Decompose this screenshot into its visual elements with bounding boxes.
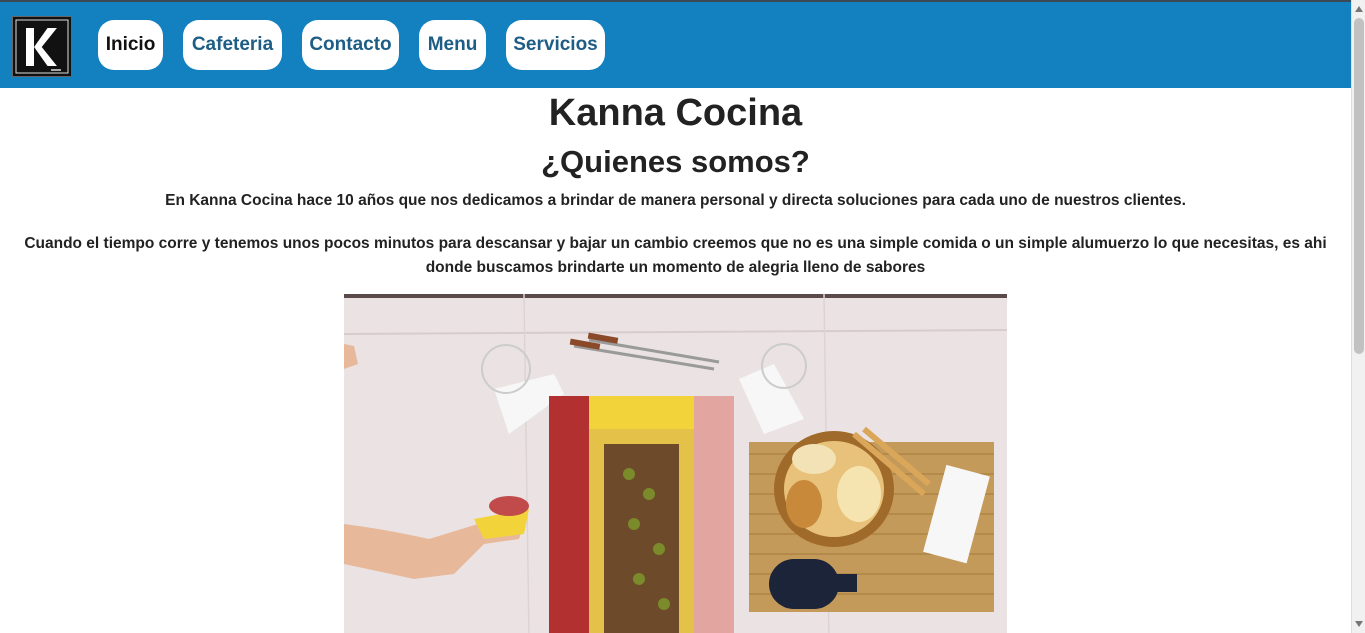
nav-item-servicios[interactable]: Servicios (506, 20, 605, 70)
kanna-logo-icon[interactable] (12, 16, 72, 77)
nav-item-menu[interactable]: Menu (419, 20, 486, 70)
top-navbar: Inicio Cafeteria Contacto Menu Servicios (0, 0, 1351, 88)
hero-image (344, 294, 1007, 633)
scroll-up-arrow-icon[interactable] (1355, 6, 1363, 12)
vertical-scrollbar[interactable] (1351, 0, 1365, 633)
nav-item-cafeteria[interactable]: Cafeteria (183, 20, 282, 70)
nav-item-inicio[interactable]: Inicio (98, 20, 163, 70)
scroll-down-arrow-icon[interactable] (1355, 621, 1363, 627)
page-viewport: Inicio Cafeteria Contacto Menu Servicios… (0, 0, 1351, 633)
description-paragraph: Cuando el tiempo corre y tenemos unos po… (24, 235, 1327, 276)
intro-paragraph: En Kanna Cocina hace 10 años que nos ded… (165, 192, 1186, 209)
scrollbar-thumb[interactable] (1354, 18, 1364, 354)
nav-item-contacto[interactable]: Contacto (302, 20, 399, 70)
section-subtitle: ¿Quienes somos? (541, 144, 810, 179)
page-title: Kanna Cocina (548, 92, 803, 134)
